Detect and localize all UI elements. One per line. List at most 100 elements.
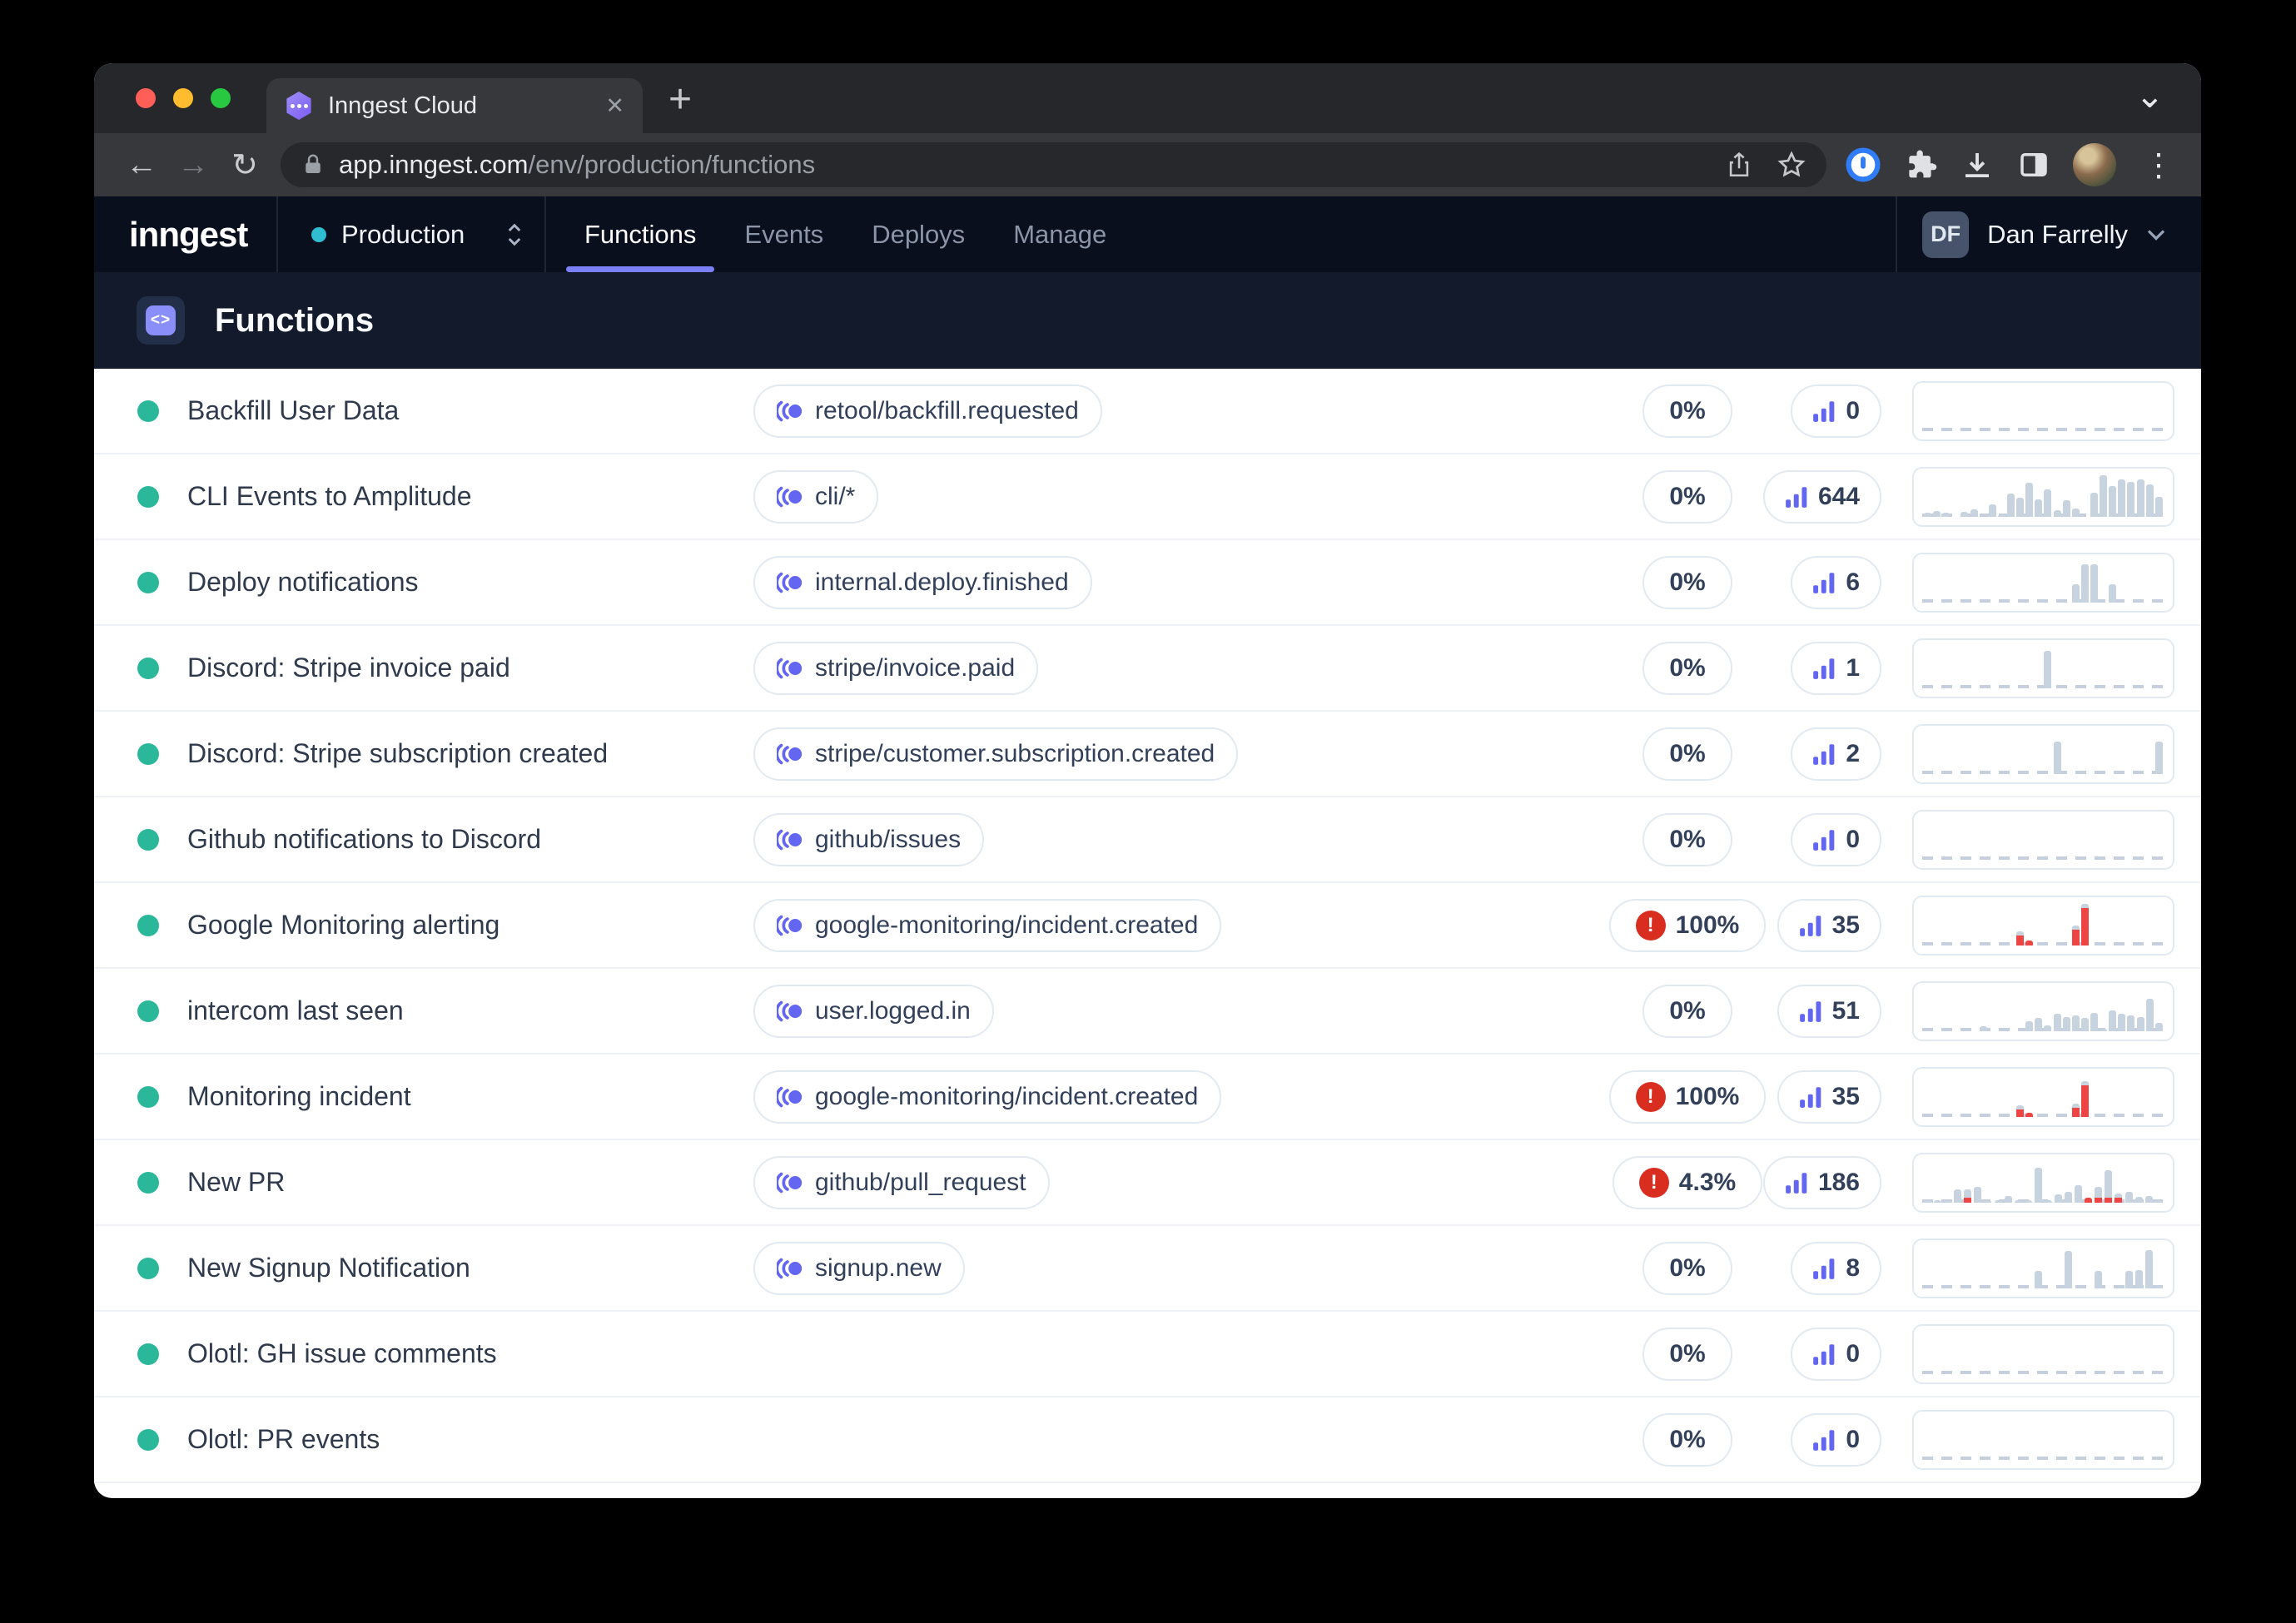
function-row[interactable]: intercom last seen user.logged.in 0% 51: [94, 969, 2201, 1055]
environment-selector[interactable]: Production: [278, 196, 546, 272]
function-row[interactable]: Discord: Stripe subscription created str…: [94, 712, 2201, 797]
function-row[interactable]: New Signup Notification signup.new 0% 8: [94, 1226, 2201, 1312]
functions-icon: <>: [137, 296, 185, 345]
sparkline-chart: [1912, 809, 2174, 870]
function-name: Github notifications to Discord: [187, 824, 542, 854]
function-status-dot: [137, 400, 159, 422]
sparkline-chart: [1912, 1066, 2174, 1127]
browser-profile-avatar[interactable]: [2073, 143, 2116, 186]
forward-button[interactable]: →: [167, 147, 219, 183]
side-panel-icon[interactable]: [2016, 147, 2051, 182]
tab-functions[interactable]: Functions: [565, 196, 715, 272]
function-name-cell: Monitoring incident: [137, 1081, 753, 1112]
inngest-logo[interactable]: inngest: [94, 196, 278, 272]
bar-chart-icon: [1799, 1086, 1821, 1108]
run-count-value: 51: [1831, 996, 1860, 1025]
event-cell: github/pull_request: [753, 1155, 1588, 1209]
function-name: Olotl: PR events: [187, 1424, 380, 1454]
failure-rate-badge: 0%: [1642, 1327, 1732, 1381]
tab-title: Inngest Cloud: [328, 92, 477, 119]
failure-rate-badge: 0%: [1642, 469, 1732, 524]
sparkline-bars: [1924, 1159, 2163, 1203]
functions-table: Backfill User Data retool/backfill.reque…: [94, 369, 2201, 1483]
event-name: cli/*: [815, 482, 856, 510]
back-button[interactable]: ←: [116, 147, 167, 183]
bookmark-star-icon[interactable]: [1777, 150, 1806, 180]
minimize-window-button[interactable]: [173, 88, 193, 108]
tab-search-chevron-icon[interactable]: ⌄: [2135, 75, 2164, 116]
error-icon: !: [1635, 910, 1666, 941]
function-row[interactable]: Google Monitoring alerting google-monito…: [94, 883, 2201, 969]
run-count-badge: 0: [1791, 1412, 1881, 1467]
run-count-value: 35: [1831, 1082, 1860, 1110]
extensions-puzzle-icon[interactable]: [1903, 147, 1938, 182]
function-row[interactable]: New PR github/pull_request ! 4.3% 186: [94, 1140, 2201, 1226]
run-count-badge: 6: [1791, 555, 1881, 609]
failure-rate-badge: 0%: [1642, 555, 1732, 609]
event-name: stripe/invoice.paid: [815, 653, 1016, 682]
event-cell: user.logged.in: [753, 984, 1588, 1038]
run-count-cell: 186: [1762, 1155, 1912, 1209]
failure-rate-cell: 0%: [1588, 469, 1787, 524]
address-bar[interactable]: app.inngest.com/env/production/functions: [281, 142, 1826, 187]
sparkline-chart: [1912, 723, 2174, 784]
browser-window: Inngest Cloud ✕ + ⌄ ← → ↻ app.inngest.co…: [94, 63, 2201, 1498]
sparkline-bars: [1924, 645, 2163, 688]
sparkline-bars: [1924, 988, 2163, 1031]
function-row[interactable]: Olotl: GH issue comments 0% 0: [94, 1312, 2201, 1397]
new-tab-button[interactable]: +: [668, 77, 692, 122]
tab-events[interactable]: Events: [744, 196, 823, 272]
failure-rate-badge: ! 4.3%: [1612, 1155, 1763, 1209]
event-badge: user.logged.in: [753, 984, 994, 1038]
event-cell: retool/backfill.requested: [753, 384, 1588, 438]
event-cell: stripe/customer.subscription.created: [753, 727, 1588, 781]
function-status-dot: [137, 1085, 159, 1108]
zoom-window-button[interactable]: [211, 88, 231, 108]
reload-button[interactable]: ↻: [219, 146, 271, 184]
function-row[interactable]: Backfill User Data retool/backfill.reque…: [94, 369, 2201, 454]
run-count-badge: 0: [1791, 812, 1881, 866]
error-icon: !: [1638, 1167, 1669, 1198]
event-badge: signup.new: [753, 1241, 965, 1295]
tab-manage[interactable]: Manage: [1013, 196, 1106, 272]
browser-toolbar: ← → ↻ app.inngest.com/env/production/fun…: [94, 133, 2201, 196]
function-row[interactable]: Deploy notifications internal.deploy.fin…: [94, 540, 2201, 626]
downloads-icon[interactable]: [1960, 147, 1995, 182]
run-count-value: 0: [1846, 396, 1860, 424]
function-row[interactable]: Github notifications to Discord github/i…: [94, 797, 2201, 883]
user-menu[interactable]: DF Dan Farrelly: [1896, 196, 2201, 272]
event-badge: stripe/customer.subscription.created: [753, 727, 1239, 781]
chevron-down-icon: [2147, 229, 2165, 241]
tab-strip: Inngest Cloud ✕ + ⌄: [94, 63, 2201, 133]
function-row[interactable]: Monitoring incident google-monitoring/in…: [94, 1055, 2201, 1140]
run-count-cell: 2: [1787, 727, 1912, 781]
function-name: Discord: Stripe subscription created: [187, 738, 609, 768]
event-badge: google-monitoring/incident.created: [753, 1070, 1222, 1124]
sparkline-chart: [1912, 638, 2174, 698]
event-trigger-icon: [777, 1172, 803, 1193]
tab-close-icon[interactable]: ✕: [605, 93, 624, 119]
primary-nav: Functions Events Deploys Manage: [546, 196, 1106, 272]
function-row[interactable]: CLI Events to Amplitude cli/* 0% 644: [94, 454, 2201, 540]
sparkline-chart: [1912, 1238, 2174, 1298]
event-trigger-icon: [777, 829, 803, 850]
event-cell: github/issues: [753, 812, 1588, 866]
url-path: /env/production/functions: [528, 150, 816, 179]
close-window-button[interactable]: [136, 88, 156, 108]
failure-rate-value: 100%: [1675, 1082, 1740, 1110]
function-name-cell: Discord: Stripe subscription created: [137, 738, 753, 769]
failure-rate-badge: ! 100%: [1608, 1070, 1767, 1124]
function-row[interactable]: Olotl: PR events 0% 0: [94, 1397, 2201, 1483]
bar-chart-icon: [1813, 743, 1835, 765]
onepassword-extension-icon[interactable]: [1845, 146, 1881, 183]
run-count-badge: 1: [1791, 641, 1881, 695]
env-label: Production: [341, 219, 465, 249]
browser-menu-icon[interactable]: ⋮: [2138, 146, 2179, 184]
share-icon[interactable]: [1725, 151, 1753, 179]
failure-rate-cell: 0%: [1588, 555, 1787, 609]
function-row[interactable]: Discord: Stripe invoice paid stripe/invo…: [94, 626, 2201, 712]
tab-deploys[interactable]: Deploys: [872, 196, 965, 272]
sparkline-bars: [1924, 902, 2163, 946]
failure-rate-cell: 0%: [1588, 384, 1787, 438]
browser-tab[interactable]: Inngest Cloud ✕: [266, 78, 643, 133]
